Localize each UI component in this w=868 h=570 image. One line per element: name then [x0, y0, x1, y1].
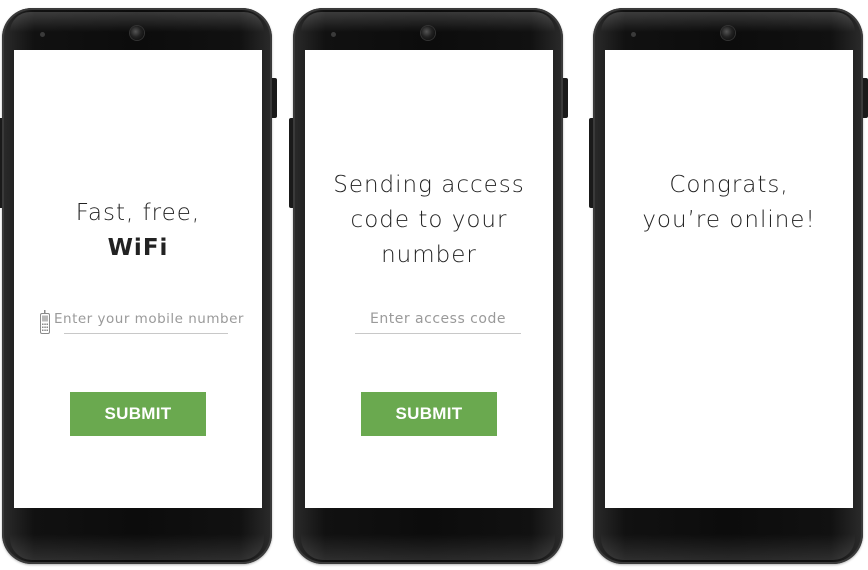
- front-camera: [130, 26, 144, 40]
- headline-line-1: Congrats,: [669, 172, 789, 198]
- headline-line-1: Sending access: [333, 172, 525, 198]
- headline-line-2: you’re online!: [642, 207, 816, 233]
- submit-button[interactable]: SUBMIT: [361, 392, 497, 436]
- volume-button: [589, 118, 593, 208]
- power-button: [563, 78, 568, 118]
- headline: Congrats, you’re online!: [605, 168, 853, 238]
- device-bevel: [301, 534, 555, 560]
- headline-line-2: code to your: [350, 207, 508, 233]
- screen-signup: Fast, free, WiFi SUBMIT: [14, 50, 262, 508]
- power-button: [272, 78, 277, 118]
- mobile-number-input[interactable]: [54, 311, 262, 333]
- proximity-sensor: [40, 32, 45, 37]
- volume-button: [289, 118, 293, 208]
- proximity-sensor: [331, 32, 336, 37]
- phone-device-1: Fast, free, WiFi SUBMIT: [0, 8, 277, 564]
- phone-device-3: Congrats, you’re online!: [589, 8, 868, 564]
- access-code-field: [355, 308, 521, 334]
- mobile-phone-icon: [40, 310, 50, 334]
- volume-button: [0, 118, 2, 208]
- headline-wifi: WiFi: [107, 235, 169, 261]
- proximity-sensor: [631, 32, 636, 37]
- headline-text: Fast, free,: [75, 200, 201, 226]
- screen-access-code: Sending access code to your number SUBMI…: [305, 50, 553, 508]
- screen-success: Congrats, you’re online!: [605, 50, 853, 508]
- headline-line-3: number: [381, 242, 477, 268]
- headline: Sending access code to your number: [305, 168, 553, 273]
- mobile-number-field: [54, 308, 262, 333]
- submit-button[interactable]: SUBMIT: [70, 392, 206, 436]
- access-code-input[interactable]: [355, 311, 521, 333]
- input-underline: [64, 333, 228, 334]
- device-bevel: [601, 534, 855, 560]
- headline: Fast, free, WiFi: [14, 196, 262, 266]
- device-bevel: [10, 534, 264, 560]
- phone-device-2: Sending access code to your number SUBMI…: [289, 8, 568, 564]
- front-camera: [721, 26, 735, 40]
- front-camera: [421, 26, 435, 40]
- power-button: [863, 78, 868, 118]
